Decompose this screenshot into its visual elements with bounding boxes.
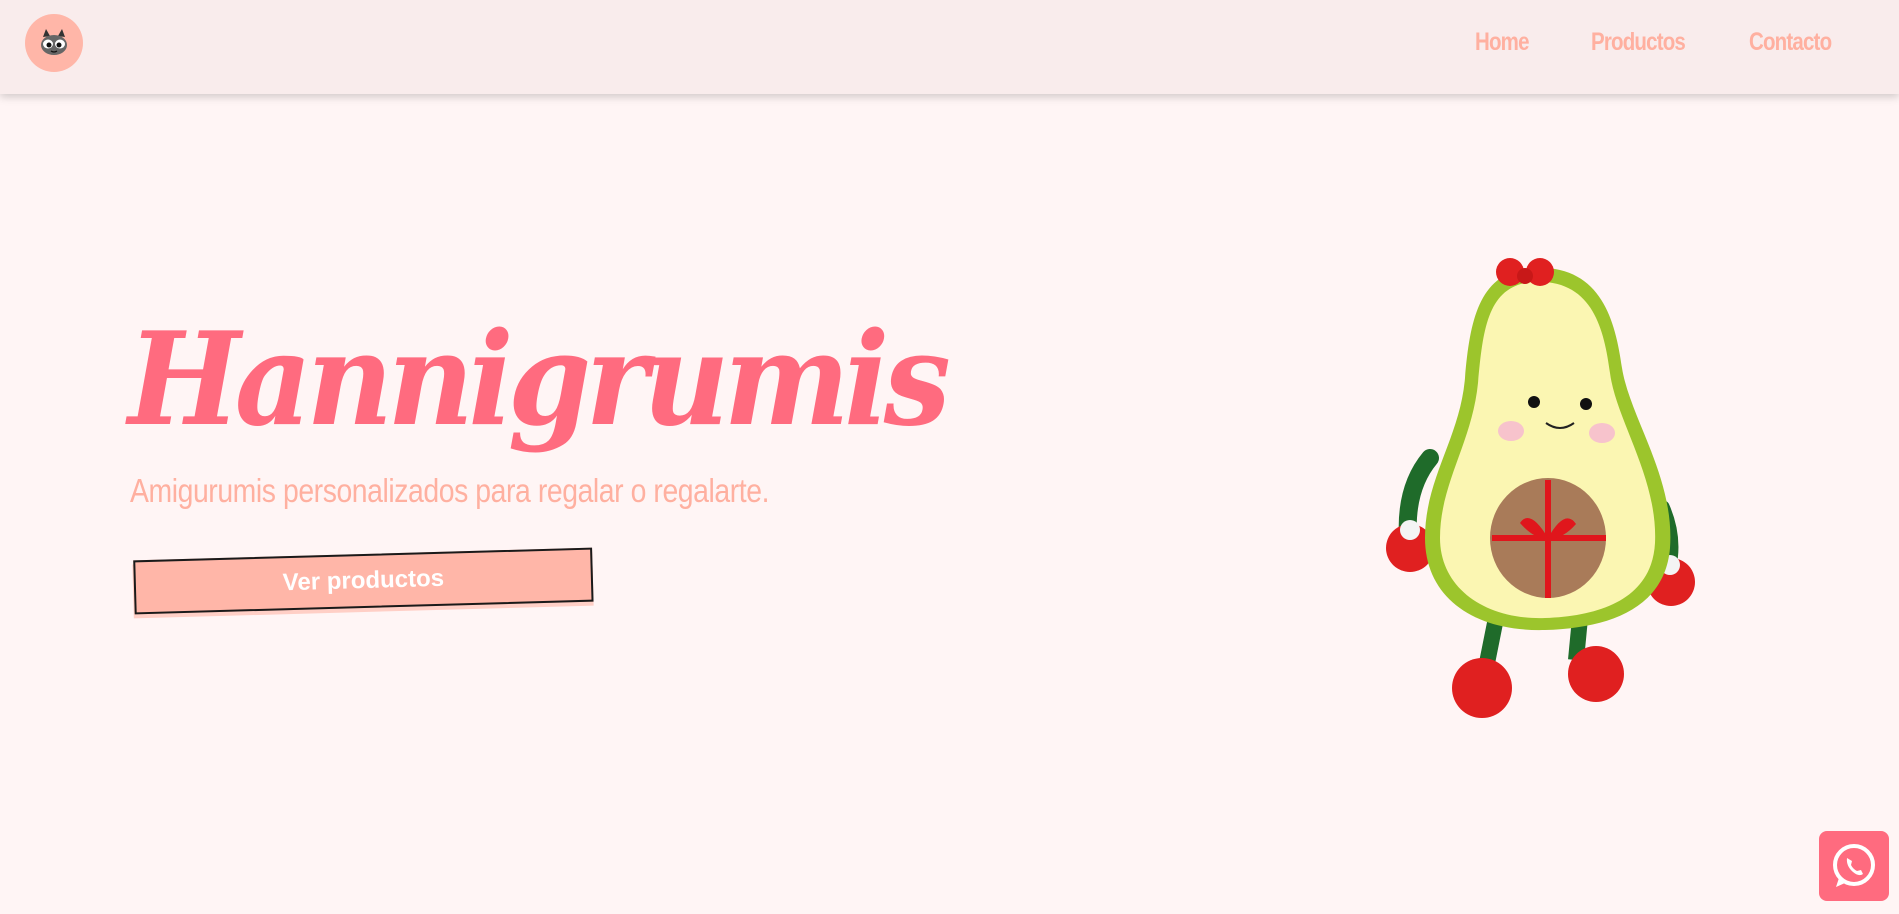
nav-home-link[interactable]: Home — [1475, 28, 1530, 57]
hero-subtitle: Amigurumis personalizados para regalar o… — [130, 472, 770, 509]
nav-contact-link[interactable]: Contacto — [1749, 28, 1832, 57]
hero-title: Hannigrumis — [128, 305, 951, 455]
logo[interactable] — [25, 14, 83, 72]
nav-products-link[interactable]: Productos — [1591, 28, 1686, 57]
avocado-amigurumi-image — [1386, 258, 1695, 718]
whatsapp-icon — [1833, 844, 1875, 887]
cat-icon — [41, 29, 67, 55]
site-header: Home Productos Contacto — [0, 0, 1899, 94]
cta-wrapper: Ver productos — [132, 547, 595, 623]
whatsapp-button[interactable] — [1819, 831, 1889, 901]
view-products-label: Ver productos — [282, 564, 445, 597]
